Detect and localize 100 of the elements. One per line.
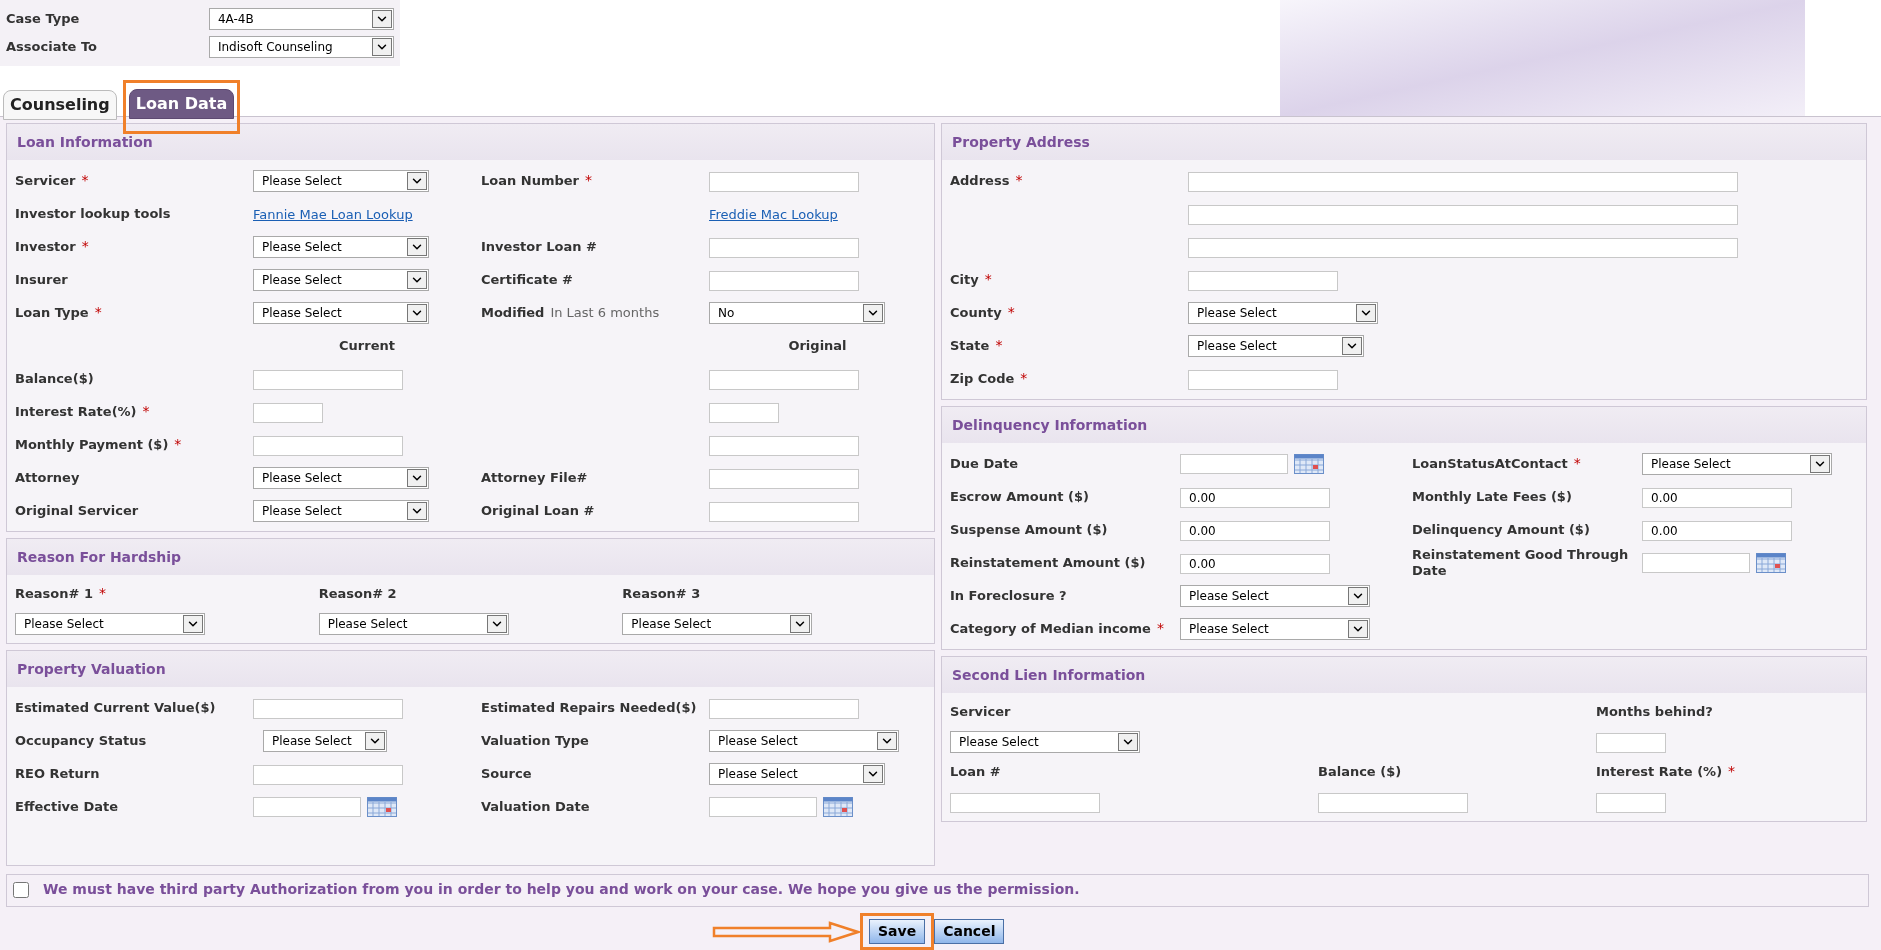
text-field[interactable] — [709, 237, 859, 258]
text-field[interactable] — [1188, 270, 1338, 291]
form-button[interactable]: Save — [869, 919, 926, 944]
field-label: Insurer — [15, 271, 68, 288]
dropdown[interactable]: Please Select — [1180, 617, 1370, 640]
dropdown[interactable]: Please Select — [253, 466, 429, 489]
dropdown[interactable]: Please Select — [1188, 301, 1378, 324]
field-label: Investor lookup tools — [15, 205, 171, 222]
chevron-down-icon — [183, 615, 203, 633]
lookup-link[interactable]: Fannie Mae Loan Lookup — [253, 206, 413, 222]
dropdown[interactable]: No — [709, 301, 885, 324]
text-field[interactable] — [1188, 171, 1738, 192]
calendar-icon[interactable] — [1756, 552, 1786, 573]
calendar-icon[interactable] — [367, 796, 397, 817]
text-field[interactable] — [709, 435, 859, 456]
field-label: Loan # — [950, 764, 1001, 780]
dropdown[interactable]: 4A-4B — [208, 8, 394, 30]
dropdown[interactable]: Indisoft Counseling — [208, 36, 394, 58]
text-field[interactable] — [253, 402, 323, 423]
field-label: Reason# 1 — [15, 586, 93, 602]
lookup-link[interactable]: Freddie Mac Lookup — [709, 206, 838, 222]
form-button[interactable]: Cancel — [934, 919, 1005, 944]
text-field[interactable]: 0.00 — [1180, 520, 1330, 541]
required-mark: * — [174, 436, 182, 451]
field-label: Escrow Amount ($) — [950, 488, 1089, 505]
text-field[interactable] — [709, 369, 859, 390]
field-label: Due Date — [950, 455, 1018, 472]
dropdown[interactable]: Please Select — [950, 731, 1140, 753]
tab[interactable]: Counseling — [3, 90, 117, 120]
checkbox[interactable] — [13, 882, 29, 898]
field-label: Loan Number — [481, 172, 579, 189]
dropdown[interactable]: Please Select — [263, 729, 387, 752]
dropdown[interactable]: Please Select — [709, 762, 885, 785]
required-mark: * — [1020, 370, 1028, 385]
dropdown[interactable]: Please Select — [253, 268, 429, 291]
text-field[interactable] — [709, 468, 859, 489]
field-label: Monthly Payment ($) — [15, 436, 169, 453]
dropdown[interactable]: Please Select — [253, 235, 429, 258]
text-field[interactable] — [709, 698, 859, 719]
text-field[interactable] — [709, 402, 779, 423]
column-heading: Current — [339, 336, 395, 355]
text-field[interactable] — [709, 171, 859, 192]
text-field[interactable] — [1180, 453, 1288, 474]
field-label: LoanStatusAtContact — [1412, 455, 1568, 472]
tab[interactable]: Loan Data — [128, 89, 235, 119]
text-field[interactable] — [253, 796, 361, 817]
text-field[interactable]: 0.00 — [1180, 487, 1330, 508]
chevron-down-icon — [372, 38, 392, 56]
text-field[interactable] — [709, 796, 817, 817]
dropdown[interactable]: Please Select — [253, 499, 429, 522]
text-field[interactable] — [709, 501, 859, 522]
required-mark: * — [1007, 304, 1015, 319]
field-label: Investor — [15, 238, 76, 255]
text-field[interactable] — [1318, 793, 1468, 813]
dropdown[interactable]: Please Select — [1188, 334, 1364, 357]
dropdown[interactable]: Please Select — [318, 613, 509, 635]
text-field[interactable] — [1596, 793, 1666, 813]
chevron-down-icon — [1118, 733, 1138, 751]
chevron-down-icon — [863, 303, 883, 322]
dropdown[interactable]: Please Select — [1180, 584, 1370, 607]
text-field[interactable] — [1642, 552, 1750, 573]
text-field[interactable] — [1188, 204, 1738, 225]
text-field[interactable] — [253, 435, 403, 456]
field-label: Valuation Type — [481, 732, 589, 749]
field-label: Delinquency Amount ($) — [1412, 521, 1590, 538]
section-title: Delinquency Information — [952, 415, 1148, 435]
text-field[interactable] — [1188, 237, 1738, 258]
text-field[interactable]: 0.00 — [1642, 487, 1792, 508]
section-title: Property Address — [952, 132, 1090, 152]
dropdown[interactable]: Please Select — [709, 729, 899, 752]
chevron-down-icon — [407, 237, 427, 256]
text-field[interactable] — [709, 270, 859, 291]
field-label: In Foreclosure ? — [950, 587, 1067, 604]
required-mark: * — [142, 403, 150, 418]
dropdown[interactable]: Please Select — [253, 169, 429, 192]
text-field[interactable]: 0.00 — [1642, 520, 1792, 541]
text-field[interactable] — [1596, 733, 1666, 753]
chevron-down-icon — [365, 731, 385, 750]
dropdown[interactable]: Please Select — [1642, 452, 1832, 475]
field-label: Investor Loan # — [481, 238, 597, 255]
text-field[interactable] — [253, 764, 403, 785]
dropdown[interactable]: Please Select — [253, 301, 429, 324]
dropdown[interactable]: Please Select — [15, 613, 205, 635]
field-label: Balance ($) — [1318, 764, 1402, 780]
text-field[interactable] — [950, 793, 1100, 813]
column-heading: Original — [788, 336, 847, 355]
field-label: Certificate # — [481, 271, 573, 288]
calendar-icon[interactable] — [823, 796, 853, 817]
field-label: Attorney — [15, 469, 80, 486]
field-label: Associate To — [6, 38, 99, 57]
dropdown[interactable]: Please Select — [622, 613, 813, 635]
required-mark: * — [1156, 620, 1164, 635]
text-field[interactable] — [1188, 369, 1338, 390]
section-title: Loan Information — [17, 132, 153, 152]
field-label: Interest Rate (%) — [1596, 764, 1723, 780]
text-field[interactable] — [253, 698, 403, 719]
field-label: Months behind? — [1596, 704, 1713, 720]
calendar-icon[interactable] — [1294, 453, 1324, 474]
text-field[interactable] — [253, 369, 403, 390]
text-field[interactable]: 0.00 — [1180, 553, 1330, 574]
